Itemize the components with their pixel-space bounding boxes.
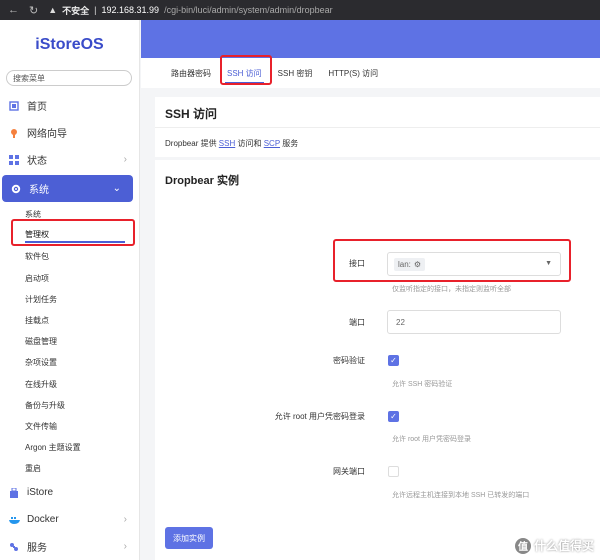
interface-select[interactable]: lan: ⚙ ▼ — [387, 252, 561, 276]
root-password-login-hint: 允许 root 用户凭密码登录 — [392, 436, 471, 443]
sidebar-item-status[interactable]: 状态 › — [0, 146, 139, 173]
submenu-item-startup[interactable]: 启动项 — [25, 268, 139, 289]
root-password-login-checkbox[interactable]: ✓ — [388, 411, 399, 422]
reload-icon[interactable]: ↻ — [29, 4, 38, 17]
submenu-item-upgrade[interactable]: 在线升级 — [25, 374, 139, 395]
submenu-item-mounts[interactable]: 挂载点 — [25, 310, 139, 331]
submenu-item-crontab[interactable]: 计划任务 — [25, 289, 139, 310]
tab-https-access[interactable]: HTTP(S) 访问 — [328, 58, 378, 88]
checkmark-icon: ✓ — [390, 356, 397, 365]
sidebar-item-label: 首页 — [27, 102, 47, 113]
warning-icon: ▲ — [48, 5, 58, 15]
sidebar-item-label: 状态 — [27, 156, 47, 167]
password-auth-checkbox[interactable]: ✓ — [388, 355, 399, 366]
divider — [155, 127, 600, 128]
watermark-badge: 值 — [514, 537, 531, 554]
header-band — [141, 20, 600, 58]
sidebar-item-label: 网络向导 — [27, 129, 67, 140]
services-icon — [8, 541, 20, 553]
security-label: 不安全 — [62, 5, 90, 16]
gateway-ports-hint: 允许远程主机连接到本地 SSH 已转发的端口 — [392, 492, 530, 499]
watermark: 值 什么值得买 — [514, 537, 594, 554]
browser-bar: ← ↻ ▲ 不安全 | 192.168.31.99/cgi-bin/luci/a… — [0, 0, 600, 20]
home-icon — [8, 100, 20, 112]
watermark-text: 什么值得买 — [533, 539, 594, 553]
selected-interface: lan: ⚙ — [394, 257, 426, 271]
tab-ssh-access[interactable]: SSH 访问 — [225, 58, 264, 88]
chevron-down-icon: ⌄ — [112, 183, 121, 194]
add-instance-button[interactable]: 添加实例 — [165, 527, 213, 549]
search-input[interactable]: 搜索菜单 — [6, 70, 132, 86]
tab-router-password[interactable]: 路由器密码 — [171, 58, 211, 88]
root-password-login-label: 允许 root 用户凭密码登录 — [274, 412, 365, 421]
submenu-item-system[interactable]: 系统 — [25, 204, 139, 225]
tab-ssh-keys[interactable]: SSH 密钥 — [278, 58, 313, 88]
port-label: 端口 — [349, 318, 365, 327]
submenu-item-packages[interactable]: 软件包 — [25, 246, 139, 267]
submenu-item-backup[interactable]: 备份与升级 — [25, 395, 139, 416]
wizard-icon — [8, 127, 20, 139]
grid-icon — [8, 154, 20, 166]
address-bar[interactable]: ▲ 不安全 | 192.168.31.99/cgi-bin/luci/admin… — [48, 4, 332, 17]
submenu-item-admin[interactable]: 管理权 — [25, 225, 139, 246]
sidebar: iStoreOS 搜索菜单 首页 网络向导 状态 › 系统 ⌄ 系统 管理权 软… — [0, 20, 140, 560]
submenu-item-argon[interactable]: Argon 主题设置 — [25, 437, 139, 458]
sidebar-item-system[interactable]: 系统 ⌄ — [2, 175, 133, 202]
section-header-card: SSH 访问 Dropbear 提供 SSH 访问和 SCP 服务 — [155, 97, 600, 157]
system-submenu: 系统 管理权 软件包 启动项 计划任务 挂载点 磁盘管理 杂项设置 在线升级 备… — [0, 204, 139, 479]
submenu-item-disk[interactable]: 磁盘管理 — [25, 331, 139, 352]
gateway-ports-checkbox[interactable] — [388, 466, 399, 477]
sidebar-item-label: iStore — [27, 487, 54, 499]
sidebar-item-label: 系统 — [29, 185, 49, 196]
sidebar-item-istore[interactable]: iStore — [0, 479, 139, 506]
port-input[interactable]: 22 — [387, 310, 561, 334]
interface-hint: 仅监听指定的接口，未指定则监听全部 — [392, 286, 511, 293]
back-icon[interactable]: ← — [8, 4, 19, 16]
url-host: 192.168.31.99 — [101, 5, 160, 15]
interface-label: 接口 — [349, 259, 365, 268]
scp-link[interactable]: SCP — [264, 139, 280, 148]
page-title: SSH 访问 — [165, 107, 218, 121]
checkmark-icon: ✓ — [390, 412, 397, 421]
chevron-right-icon: › — [123, 541, 127, 553]
instance-card: Dropbear 实例 接口 lan: ⚙ ▼ 仅监听指定的接口，未指定则监听全部… — [155, 160, 600, 560]
gear-icon — [10, 183, 22, 195]
sidebar-item-docker[interactable]: Docker › — [0, 506, 139, 533]
password-auth-hint: 允许 SSH 密码验证 — [392, 381, 453, 388]
url-path: /cgi-bin/luci/admin/system/admin/dropbea… — [164, 5, 333, 15]
sidebar-item-label: Docker — [27, 514, 59, 526]
gateway-ports-label: 网关端口 — [333, 467, 365, 476]
submenu-item-reboot[interactable]: 重启 — [25, 458, 139, 479]
sidebar-item-services[interactable]: 服务 › — [0, 533, 139, 560]
password-auth-label: 密码验证 — [333, 356, 365, 365]
logo[interactable]: iStoreOS — [0, 20, 139, 70]
tab-bar: 路由器密码 SSH 访问 SSH 密钥 HTTP(S) 访问 — [141, 58, 600, 88]
section-description: Dropbear 提供 SSH 访问和 SCP 服务 — [165, 139, 299, 148]
network-icon: ⚙ — [413, 259, 422, 269]
chevron-right-icon: › — [123, 514, 127, 526]
store-icon — [8, 487, 20, 499]
sidebar-item-home[interactable]: 首页 — [0, 92, 139, 119]
submenu-item-filetransfer[interactable]: 文件传输 — [25, 416, 139, 437]
chevron-right-icon: › — [123, 154, 127, 165]
sidebar-item-label: 服务 — [27, 543, 47, 555]
sidebar-item-wizard[interactable]: 网络向导 — [0, 119, 139, 146]
ssh-link[interactable]: SSH — [219, 139, 235, 148]
submenu-item-misc[interactable]: 杂项设置 — [25, 352, 139, 373]
docker-icon — [8, 514, 20, 526]
dropdown-caret-icon: ▼ — [545, 260, 552, 267]
instance-title: Dropbear 实例 — [165, 175, 239, 187]
